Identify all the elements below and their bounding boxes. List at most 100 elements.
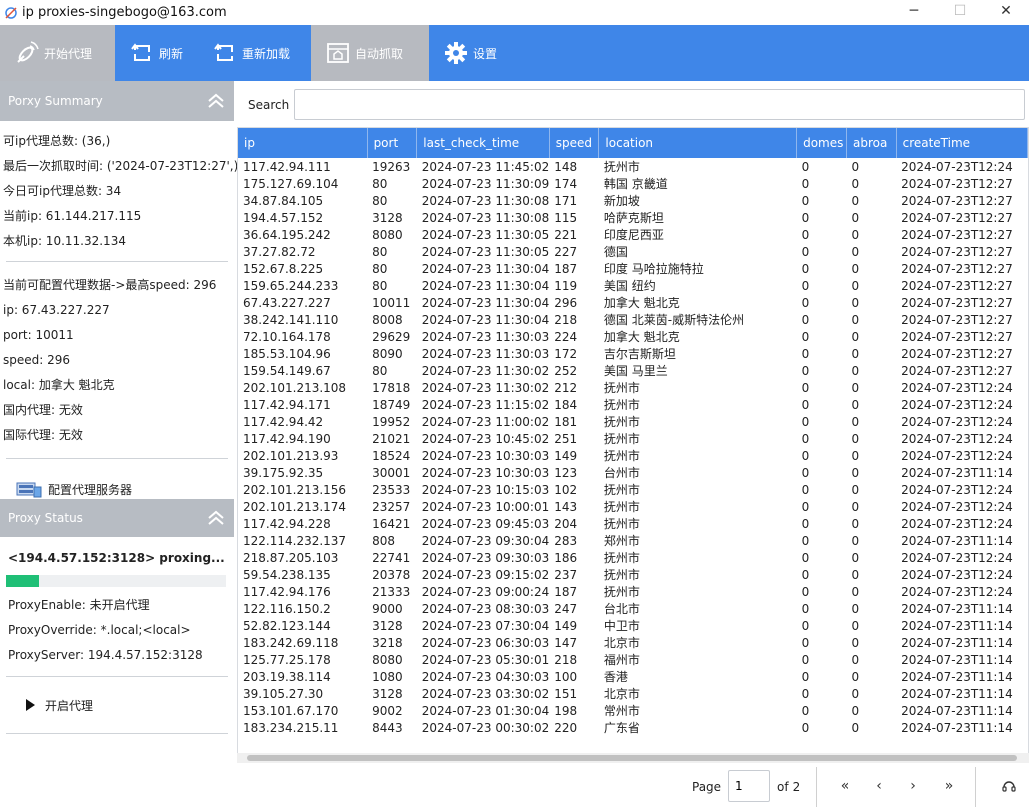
cell-domes: 0: [801, 720, 810, 735]
cell-speed: 251: [554, 431, 578, 446]
minimize-button[interactable]: ─: [891, 0, 937, 22]
table-row[interactable]: 122.116.150.2 9000 2024-07-23 08:30:03 247 台…: [238, 600, 1028, 617]
table-row[interactable]: 203.19.38.114 1080 2024-07-23 04:30:03 100 香…: [238, 668, 1028, 685]
page-number-input[interactable]: [728, 770, 770, 802]
table-row[interactable]: 117.42.94.42 19952 2024-07-23 11:00:02 181 抚…: [238, 413, 1028, 430]
scrollbar-thumb[interactable]: [247, 755, 1017, 761]
previous-page-button[interactable]: ‹: [867, 773, 891, 799]
cell-abroa: 0: [851, 295, 860, 310]
cell-createTime: 2024-07-23T12:27: [901, 227, 1013, 242]
search-input[interactable]: [294, 89, 1025, 120]
table-row[interactable]: 117.42.94.111 19263 2024-07-23 11:45:02 148…: [238, 158, 1028, 175]
table-row[interactable]: 72.10.164.178 29629 2024-07-23 11:30:03 224…: [238, 328, 1028, 345]
column-header-abroa[interactable]: abroa: [846, 128, 897, 158]
table-row[interactable]: 218.87.205.103 22741 2024-07-23 09:30:03 18…: [238, 549, 1028, 566]
cell-ip: 152.67.8.225: [243, 261, 324, 276]
table-row[interactable]: 175.127.69.104 80 2024-07-23 11:30:09 174 韩国…: [238, 175, 1028, 192]
cell-location: 北京市: [603, 636, 640, 650]
column-header-ip[interactable]: ip: [238, 128, 368, 158]
table-body: 117.42.94.111 19263 2024-07-23 11:45:02 148…: [238, 158, 1028, 736]
table-row[interactable]: 67.43.227.227 10011 2024-07-23 11:30:04 296…: [238, 294, 1028, 311]
cell-domes: 0: [801, 329, 810, 344]
cell-port: 19263: [372, 159, 411, 174]
table-row[interactable]: 202.101.213.108 17818 2024-07-23 11:30:02 2…: [238, 379, 1028, 396]
reload-button[interactable]: 重新加载: [198, 25, 311, 81]
table-row[interactable]: 183.234.215.11 8443 2024-07-23 00:30:02 220…: [238, 719, 1028, 736]
table-row[interactable]: 202.101.213.174 23257 2024-07-23 10:00:01 1…: [238, 498, 1028, 515]
proxy-status-header[interactable]: Proxy Status: [0, 499, 234, 537]
chevron-up-icon[interactable]: [206, 91, 226, 111]
column-header-last-check-time[interactable]: last_check_time: [416, 128, 550, 158]
enable-proxy-button[interactable]: 开启代理: [0, 677, 234, 733]
cell-location: 哈萨克斯坦: [603, 211, 664, 225]
table-row[interactable]: 117.42.94.171 18749 2024-07-23 11:15:02 184…: [238, 396, 1028, 413]
horizontal-scrollbar[interactable]: [237, 753, 1029, 763]
start-proxy-toolbar-button[interactable]: 开始代理: [0, 25, 115, 81]
cell-createTime: 2024-07-23T12:27: [901, 312, 1013, 327]
cell-abroa: 0: [851, 159, 860, 174]
auto-fetch-button[interactable]: 自动抓取: [311, 25, 429, 81]
cell-speed: 227: [554, 244, 578, 259]
support-icon[interactable]: [997, 773, 1021, 799]
cell-port: 3128: [372, 210, 403, 225]
cell-port: 30001: [372, 465, 411, 480]
last-page-button[interactable]: »: [937, 773, 961, 799]
cell-domes: 0: [801, 176, 810, 191]
cell-speed: 102: [554, 482, 578, 497]
cell-ip: 122.114.232.137: [243, 533, 347, 548]
cell-createTime: 2024-07-23T11:14: [901, 601, 1013, 616]
table-row[interactable]: 38.242.141.110 8008 2024-07-23 11:30:04 218…: [238, 311, 1028, 328]
cell-location: 加拿大 魁北克: [603, 330, 680, 344]
cell-last-check-time: 2024-07-23 11:30:08: [421, 193, 550, 208]
maximize-button[interactable]: ☐: [937, 0, 983, 22]
cell-abroa: 0: [851, 686, 860, 701]
column-header-speed[interactable]: speed: [549, 128, 600, 158]
cell-location: 郑州市: [603, 534, 640, 548]
cell-abroa: 0: [851, 499, 860, 514]
table-row[interactable]: 117.42.94.176 21333 2024-07-23 09:00:24 187…: [238, 583, 1028, 600]
table-row[interactable]: 153.101.67.170 9002 2024-07-23 01:30:04 198…: [238, 702, 1028, 719]
cell-createTime: 2024-07-23T11:14: [901, 720, 1013, 735]
table-row[interactable]: 34.87.84.105 80 2024-07-23 11:30:08 171 新加坡 0…: [238, 192, 1028, 209]
cell-speed: 283: [554, 533, 578, 548]
table-row[interactable]: 117.42.94.190 21021 2024-07-23 10:45:02 251…: [238, 430, 1028, 447]
next-page-button[interactable]: ›: [901, 773, 925, 799]
cell-createTime: 2024-07-23T12:27: [901, 210, 1013, 225]
settings-button[interactable]: 设置: [429, 25, 519, 81]
reload-icon: [212, 40, 238, 66]
table-row[interactable]: 152.67.8.225 80 2024-07-23 11:30:04 187 印度 马…: [238, 260, 1028, 277]
cell-ip: 202.101.213.108: [243, 380, 347, 395]
window-title: ip proxies-singebogo@163.com: [22, 5, 227, 20]
chevron-up-icon[interactable]: [206, 508, 226, 528]
proxy-summary-header[interactable]: Porxy Summary: [0, 81, 234, 121]
cell-location: 香港: [603, 670, 628, 684]
cell-createTime: 2024-07-23T12:24: [901, 584, 1013, 599]
table-row[interactable]: 183.242.69.118 3218 2024-07-23 06:30:03 147…: [238, 634, 1028, 651]
table-row[interactable]: 185.53.104.96 8090 2024-07-23 11:30:03 172 吉…: [238, 345, 1028, 362]
table-row[interactable]: 122.114.232.137 808 2024-07-23 09:30:04 283…: [238, 532, 1028, 549]
table-row[interactable]: 194.4.57.152 3128 2024-07-23 11:30:08 115 哈萨…: [238, 209, 1028, 226]
table-row[interactable]: 52.82.123.144 3128 2024-07-23 07:30:04 149 中…: [238, 617, 1028, 634]
close-button[interactable]: ✕: [983, 0, 1029, 22]
table-row[interactable]: 125.77.25.178 8080 2024-07-23 05:30:01 218 福…: [238, 651, 1028, 668]
table-row[interactable]: 39.105.27.30 3128 2024-07-23 03:30:02 151 北京…: [238, 685, 1028, 702]
cell-ip: 153.101.67.170: [243, 703, 339, 718]
table-row[interactable]: 202.101.213.156 23533 2024-07-23 10:15:03 1…: [238, 481, 1028, 498]
table-row[interactable]: 39.175.92.35 30001 2024-07-23 10:30:03 123 台…: [238, 464, 1028, 481]
column-header-domes[interactable]: domes: [796, 128, 847, 158]
table-row[interactable]: 37.27.82.72 80 2024-07-23 11:30:05 227 德国 0 0 2…: [238, 243, 1028, 260]
table-row[interactable]: 36.64.195.242 8080 2024-07-23 11:30:05 221 印…: [238, 226, 1028, 243]
table-row[interactable]: 59.54.238.135 20378 2024-07-23 09:15:02 237…: [238, 566, 1028, 583]
table-row[interactable]: 159.54.149.67 80 2024-07-23 11:30:02 252 美国 …: [238, 362, 1028, 379]
table-row[interactable]: 117.42.94.228 16421 2024-07-23 09:45:03 204…: [238, 515, 1028, 532]
column-header-port[interactable]: port: [367, 128, 418, 158]
best-port-line: port: 10011: [3, 328, 74, 342]
cell-last-check-time: 2024-07-23 04:30:03: [421, 669, 550, 684]
first-page-button[interactable]: «: [833, 773, 857, 799]
cell-speed: 174: [554, 176, 578, 191]
column-header-createTime[interactable]: createTime: [896, 128, 1028, 158]
table-row[interactable]: 202.101.213.93 18524 2024-07-23 10:30:03 14…: [238, 447, 1028, 464]
table-row[interactable]: 159.65.244.233 80 2024-07-23 11:30:04 119 美国…: [238, 277, 1028, 294]
refresh-button[interactable]: 刷新: [115, 25, 198, 81]
column-header-location[interactable]: location: [598, 128, 798, 158]
